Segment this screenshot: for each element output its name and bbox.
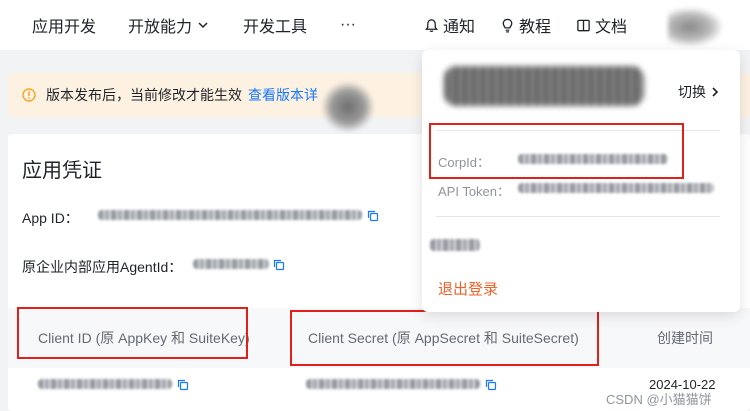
nav-docs[interactable]: 文档 bbox=[576, 0, 627, 50]
nav-app-development[interactable]: 应用开发 bbox=[32, 0, 96, 50]
info-icon bbox=[22, 88, 36, 102]
book-icon bbox=[577, 19, 590, 31]
nav-more[interactable]: ··· bbox=[340, 0, 356, 50]
copy-icon[interactable] bbox=[367, 210, 379, 222]
agent-id-label: 原企业内部应用AgentId： bbox=[22, 259, 183, 275]
view-version-link[interactable]: 查看版本详 bbox=[248, 85, 318, 105]
chevron-down-icon bbox=[198, 22, 208, 29]
api-token-label: API Token： bbox=[438, 184, 511, 199]
org-name-redacted bbox=[444, 66, 644, 106]
nav-tutorial-label: 教程 bbox=[519, 19, 552, 36]
username-redacted bbox=[430, 239, 480, 251]
nav-open-capabilities-label: 开放能力 bbox=[128, 19, 193, 36]
app-id-label: App ID： bbox=[22, 210, 79, 226]
logout-button[interactable]: 退出登录 bbox=[438, 278, 498, 299]
nav-notifications-label: 通知 bbox=[443, 19, 476, 36]
account-dropdown: 切换 CorpId： API Token： 退出登录 bbox=[422, 50, 740, 312]
watermark: CSDN @小猫猫饼 bbox=[606, 392, 712, 407]
redaction-blur bbox=[322, 82, 374, 132]
agent-id-value bbox=[193, 259, 269, 269]
page-title: 应用凭证 bbox=[22, 160, 102, 182]
bell-icon bbox=[425, 18, 438, 32]
highlight-box-client-secret bbox=[290, 310, 599, 366]
nav-open-capabilities[interactable]: 开放能力 bbox=[128, 0, 209, 50]
copy-icon[interactable] bbox=[485, 379, 497, 391]
copy-icon[interactable] bbox=[273, 259, 285, 271]
nav-docs-label: 文档 bbox=[595, 19, 628, 36]
client-secret-value bbox=[306, 379, 480, 389]
highlight-box-client-id bbox=[17, 307, 248, 359]
column-created-time: 创建时间 bbox=[657, 330, 713, 346]
client-id-value bbox=[38, 379, 172, 389]
avatar[interactable] bbox=[668, 8, 722, 46]
chevron-right-icon bbox=[712, 87, 719, 97]
divider bbox=[436, 216, 720, 217]
highlight-box-corpid bbox=[429, 123, 684, 179]
switch-org-button[interactable]: 切换 bbox=[678, 82, 720, 102]
api-token-value bbox=[518, 183, 714, 193]
notice-text: 版本发布后，当前修改才能生效 bbox=[46, 87, 242, 103]
nav-app-development-label: 应用开发 bbox=[32, 19, 97, 36]
nav-dev-tools-label: 开发工具 bbox=[243, 19, 308, 36]
lightbulb-icon bbox=[502, 18, 513, 32]
copy-icon[interactable] bbox=[177, 379, 189, 391]
nav-notifications[interactable]: 通知 bbox=[424, 0, 475, 50]
app-id-value bbox=[98, 210, 362, 220]
nav-dev-tools[interactable]: 开发工具 bbox=[243, 0, 307, 50]
top-navigation: 应用开发 开放能力 开发工具 ··· 通知 教程 文档 bbox=[0, 0, 750, 50]
nav-tutorial[interactable]: 教程 bbox=[500, 0, 551, 50]
switch-org-label: 切换 bbox=[678, 84, 706, 100]
nav-more-label: ··· bbox=[340, 16, 356, 33]
